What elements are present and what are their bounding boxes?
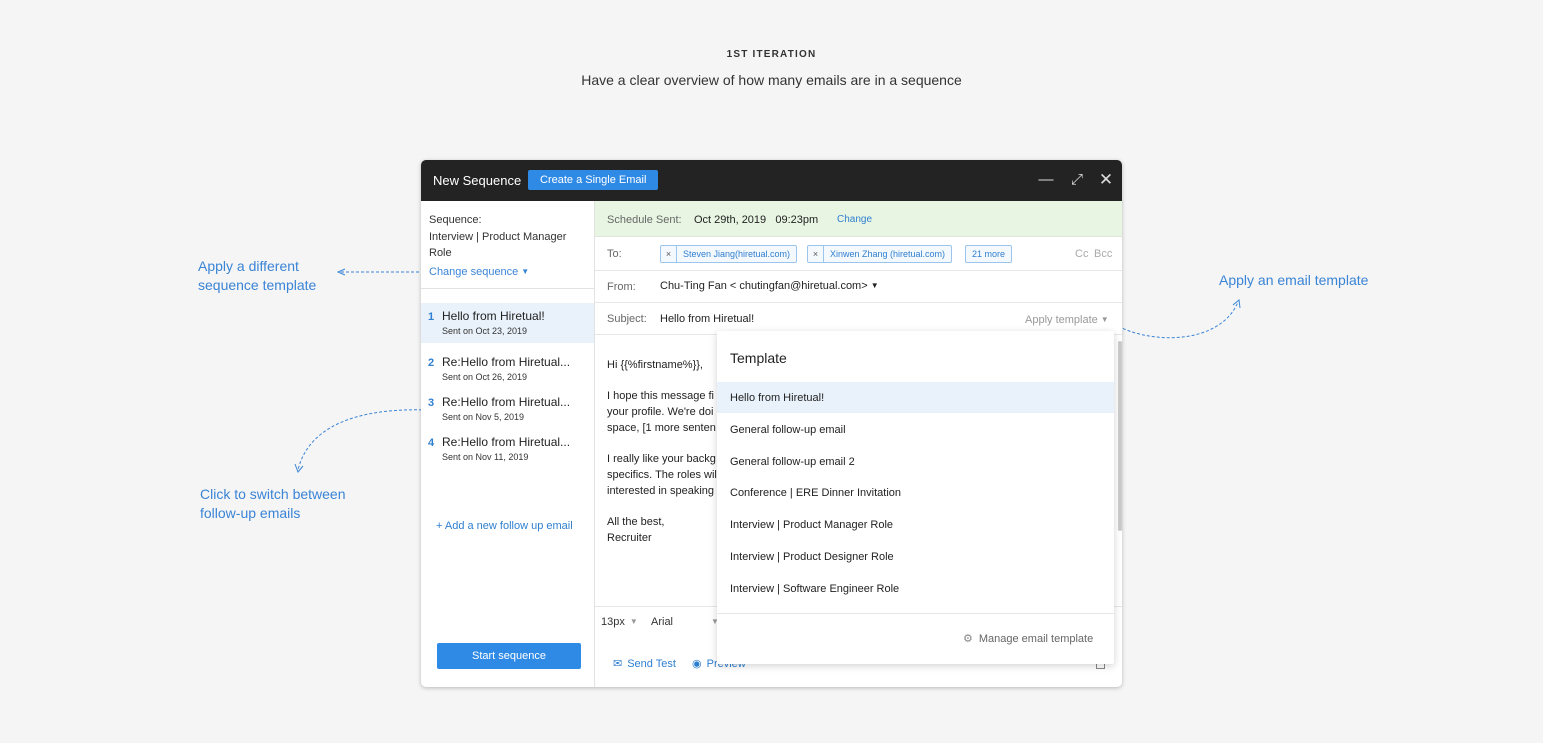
bcc-link[interactable]: Bcc (1094, 248, 1112, 260)
email-date: Sent on Oct 26, 2019 (442, 372, 528, 382)
schedule-change-link[interactable]: Change (837, 214, 872, 225)
minimize-icon[interactable]: — (1038, 172, 1054, 188)
template-item[interactable]: Interview | Product Manager Role (717, 509, 1114, 540)
remove-recipient-icon[interactable]: × (808, 246, 824, 262)
editor-scrollbar[interactable] (1118, 341, 1122, 531)
template-dropdown: Template Hello from Hiretual! General fo… (717, 331, 1114, 664)
add-followup-link[interactable]: + Add a new follow up email (436, 520, 573, 532)
email-number: 4 (428, 437, 435, 449)
close-icon[interactable]: ✕ (1098, 171, 1114, 188)
from-row: From: Chu-Ting Fan < chutingfan@hiretual… (595, 271, 1122, 303)
email-number: 1 (428, 311, 435, 323)
template-item[interactable]: General follow-up email (717, 414, 1114, 445)
divider (717, 613, 1114, 614)
body-greeting: Hi {{%firstname%}}, (607, 359, 703, 371)
recipient-chip: × Steven Jiang(hiretual.com) (660, 245, 798, 263)
template-item-label: Interview | Software Engineer Role (730, 583, 900, 595)
email-item[interactable]: 3 Re:Hello from Hiretual... Sent on Nov … (421, 389, 594, 429)
more-recipients-label: 21 more (972, 249, 1006, 259)
template-item[interactable]: Hello from Hiretual! (717, 382, 1114, 413)
font-size-select[interactable]: 13px ▼ (601, 616, 638, 628)
body-closing: All the best, (607, 516, 665, 528)
recipient-chip: × Xinwen Zhang (hiretual.com) (807, 245, 953, 263)
font-family-value: Arial (651, 616, 674, 628)
eye-icon: ◉ (692, 658, 702, 670)
email-item[interactable]: 1 Hello from Hiretual! Sent on Oct 23, 2… (421, 303, 594, 343)
email-number: 3 (428, 397, 435, 409)
subject-input[interactable]: Hello from Hiretual! (660, 313, 754, 325)
to-label: To: (607, 248, 622, 260)
change-sequence-link[interactable]: Change sequence ▼ (429, 266, 529, 278)
manage-template-link[interactable]: ⚙ Manage email template (963, 632, 1093, 645)
send-test-label: Send Test (627, 658, 676, 670)
email-date: Sent on Oct 23, 2019 (442, 326, 528, 336)
sequence-info: Sequence: Interview | Product Manager Ro… (421, 201, 594, 289)
schedule-value: Oct 29th, 2019 09:23pm (694, 214, 819, 226)
email-subject: Re:Hello from Hiretual... (442, 355, 571, 369)
template-item-label: Hello from Hiretual! (730, 392, 825, 404)
template-item-label: Conference | ERE Dinner Invitation (730, 487, 901, 499)
caret-down-icon: ▼ (870, 281, 879, 290)
email-item[interactable]: 4 Re:Hello from Hiretual... Sent on Nov … (421, 429, 594, 469)
email-subject: Hello from Hiretual! (442, 309, 545, 323)
template-item[interactable]: General follow-up email 2 (717, 446, 1114, 477)
template-item-label: Interview | Product Manager Role (730, 519, 894, 531)
remove-recipient-icon[interactable]: × (661, 246, 677, 262)
arrow-email-template-head (1232, 299, 1241, 309)
more-recipients-chip[interactable]: 21 more (965, 245, 1013, 263)
template-dropdown-title: Template (730, 350, 787, 366)
email-number: 2 (428, 357, 435, 369)
email-subject: Re:Hello from Hiretual... (442, 435, 571, 449)
schedule-label: Schedule Sent: (607, 214, 682, 226)
expand-icon[interactable]: ⤢ (1069, 172, 1085, 188)
template-item[interactable]: Interview | Product Designer Role (717, 541, 1114, 572)
cc-link[interactable]: Cc (1075, 248, 1088, 260)
manage-template-label: Manage email template (978, 633, 1094, 645)
email-date: Sent on Nov 11, 2019 (442, 452, 529, 462)
font-size-value: 13px (601, 616, 625, 628)
from-label: From: (607, 281, 636, 293)
template-item-label: General follow-up email (730, 424, 846, 436)
body-signature: Recruiter (607, 532, 652, 544)
template-item[interactable]: Interview | Software Engineer Role (717, 573, 1114, 604)
arrow-email-template (1113, 301, 1239, 339)
sequence-sidebar: Sequence: Interview | Product Manager Ro… (421, 201, 595, 687)
email-body[interactable]: Hi {{%firstname%}}, I hope this message … (607, 357, 722, 561)
body-paragraph: I hope this message fi your profile. We'… (607, 390, 716, 434)
schedule-row: Schedule Sent: Oct 29th, 2019 09:23pm Ch… (595, 201, 1122, 237)
email-date: Sent on Nov 5, 2019 (442, 412, 525, 422)
from-select[interactable]: Chu-Ting Fan < chutingfan@hiretual.com> … (660, 280, 879, 292)
template-item-label: Interview | Product Designer Role (730, 551, 894, 563)
sequence-label: Sequence: (429, 214, 482, 226)
start-sequence-button[interactable]: Start sequence (437, 643, 581, 669)
email-subject: Re:Hello from Hiretual... (442, 395, 571, 409)
change-sequence-label: Change sequence (429, 266, 519, 278)
caret-down-icon: ▼ (1100, 315, 1109, 324)
arrow-switch-emails (297, 409, 428, 471)
gear-icon: ⚙ (963, 633, 973, 645)
send-test-button[interactable]: ✉ Send Test (613, 657, 676, 670)
title-bar: New Sequence Create a Single Email — ⤢ ✕ (421, 160, 1122, 201)
apply-template-label: Apply template (1025, 314, 1098, 326)
caret-down-icon: ▼ (521, 267, 530, 276)
recipient-name: Xinwen Zhang (hiretual.com) (830, 249, 946, 259)
sequence-name: Interview | Product Manager Role (429, 231, 567, 259)
template-item-label: General follow-up email 2 (730, 456, 855, 468)
apply-template-dropdown[interactable]: Apply template ▼ (1025, 314, 1109, 326)
create-single-email-button[interactable]: Create a Single Email (528, 170, 659, 190)
subject-label: Subject: (607, 313, 647, 325)
font-family-select[interactable]: Arial ▼ (651, 616, 719, 628)
envelope-icon: ✉ (613, 658, 623, 670)
window-title: New Sequence (433, 173, 522, 188)
from-value: Chu-Ting Fan < chutingfan@hiretual.com> (660, 280, 868, 292)
to-row: To: × Steven Jiang(hiretual.com) × Xinwen … (595, 237, 1122, 271)
body-paragraph: I really like your backg specifics. The … (607, 453, 717, 497)
recipient-name: Steven Jiang(hiretual.com) (683, 249, 791, 259)
caret-down-icon: ▼ (629, 617, 638, 626)
email-item[interactable]: 2 Re:Hello from Hiretual... Sent on Oct … (421, 349, 594, 389)
template-item[interactable]: Conference | ERE Dinner Invitation (717, 477, 1114, 508)
